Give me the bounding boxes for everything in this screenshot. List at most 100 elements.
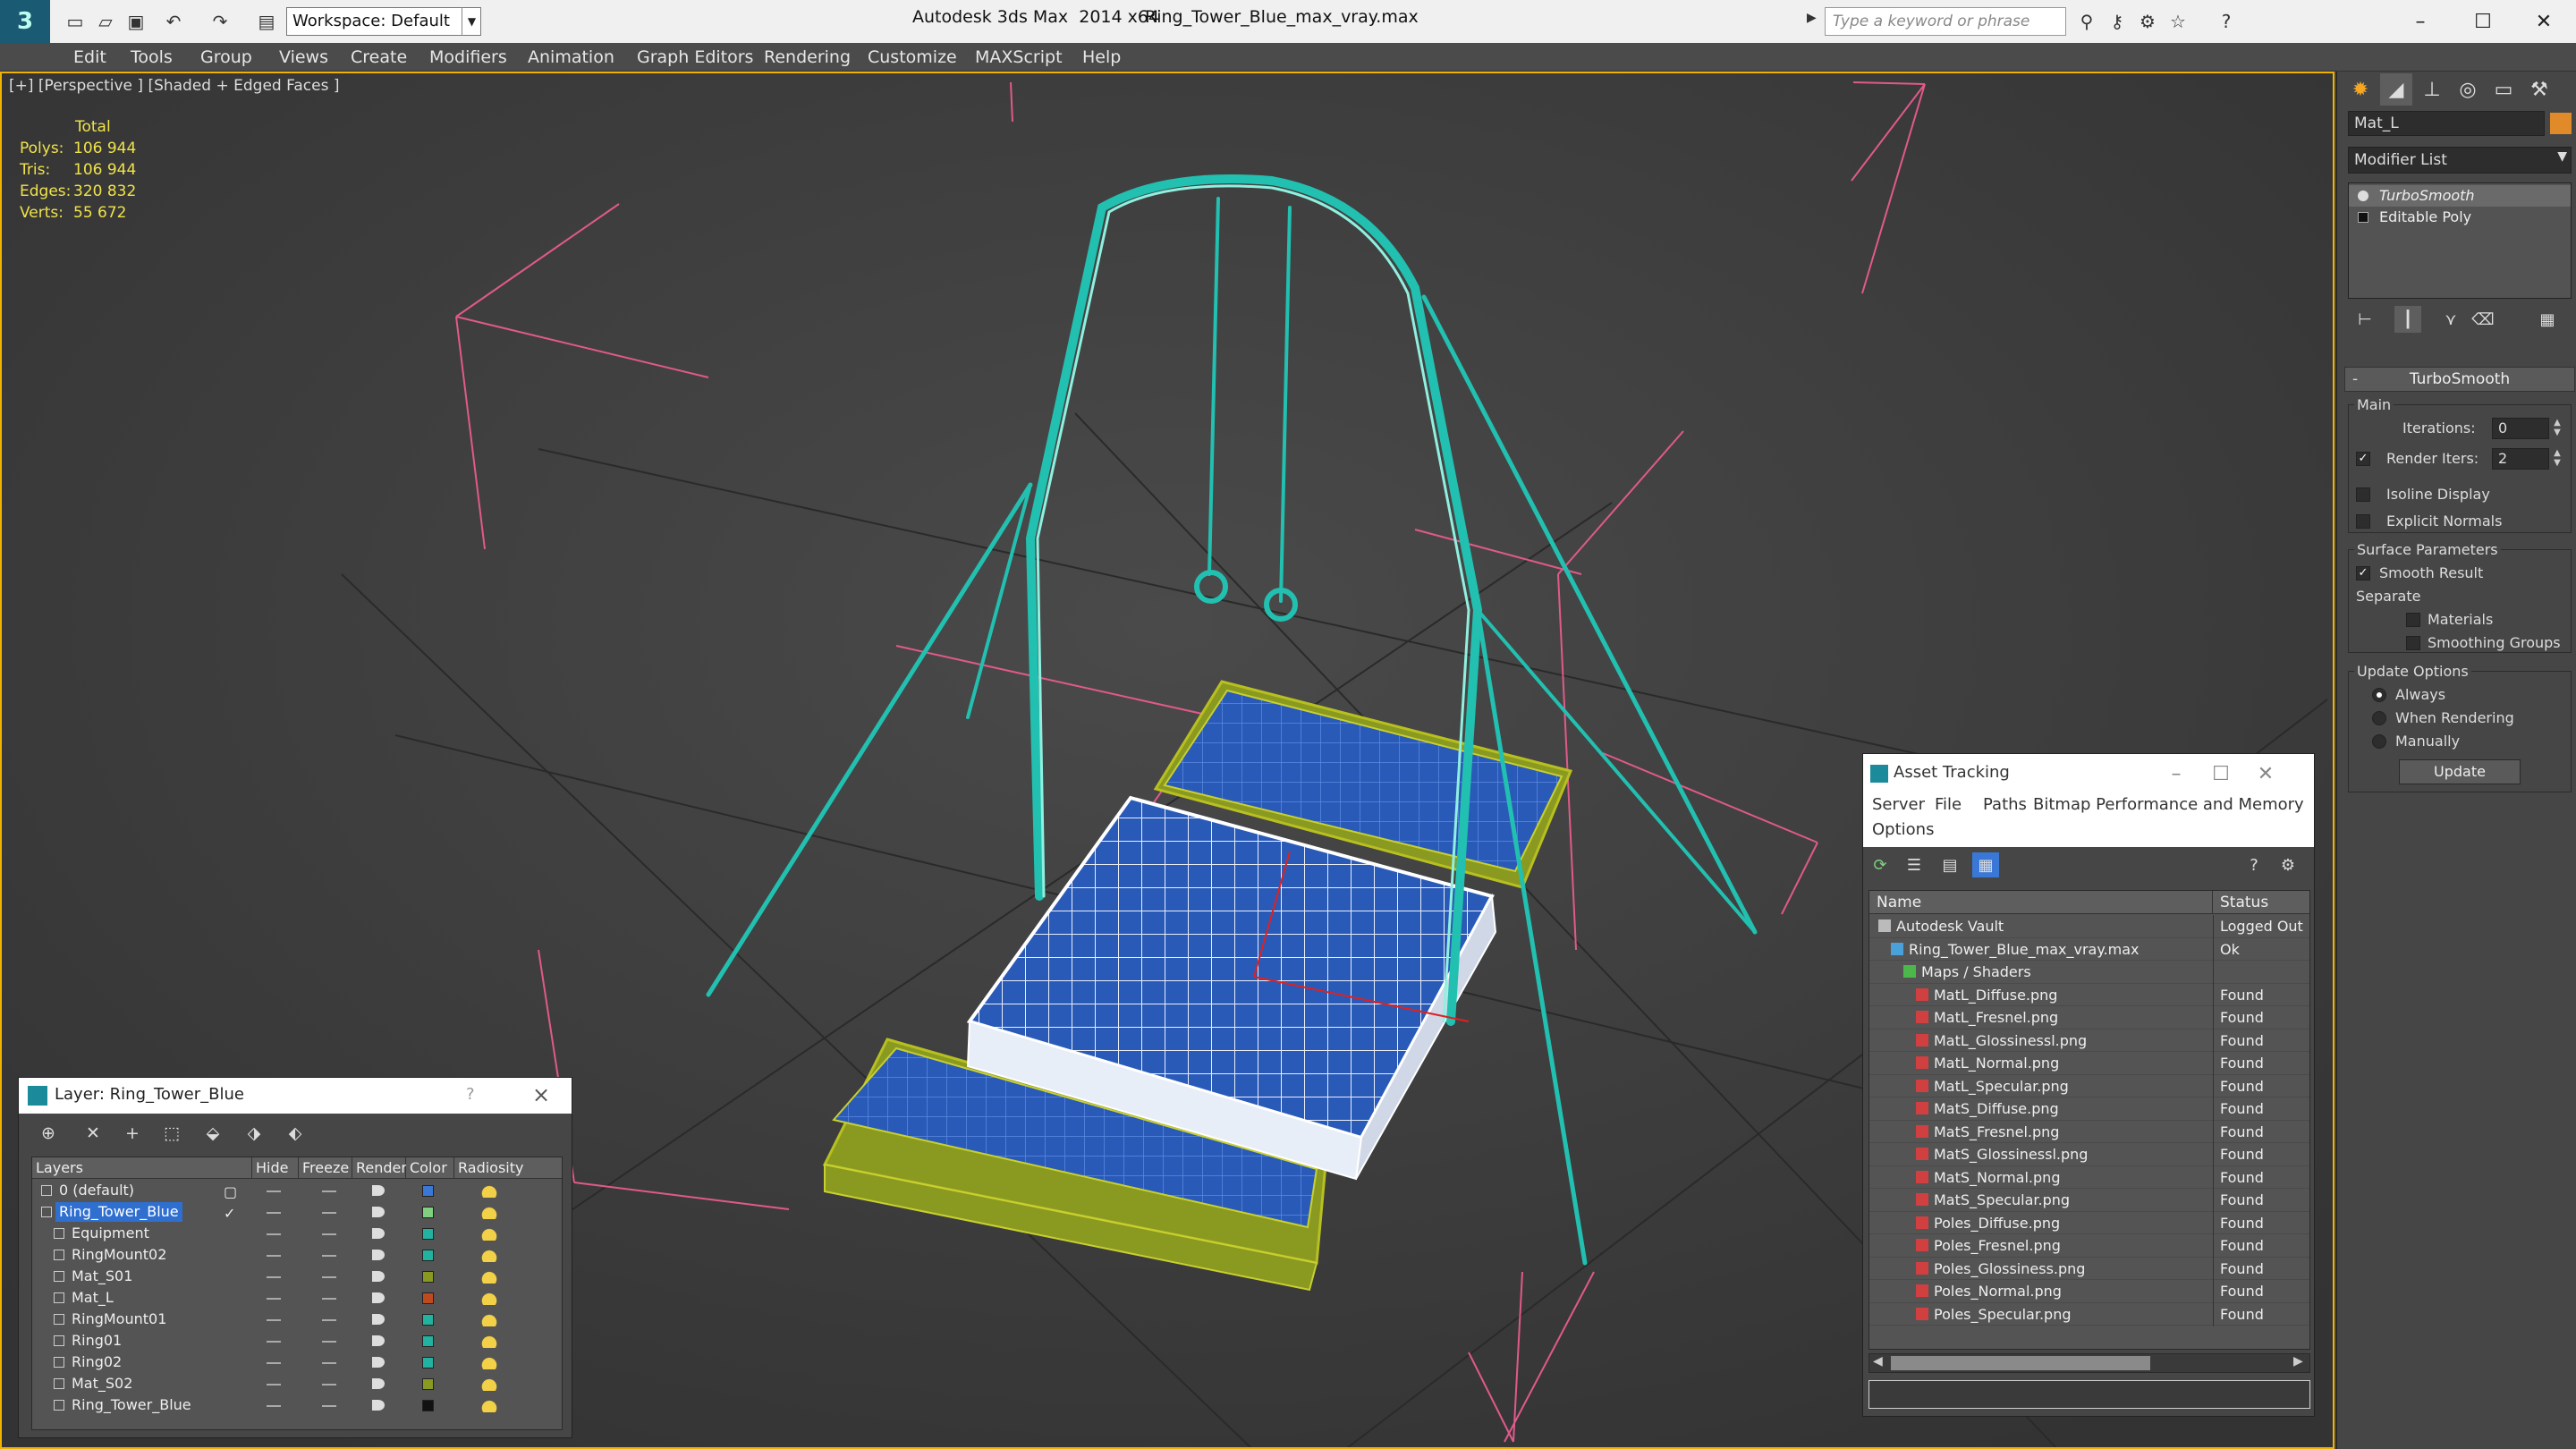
hide-toggle[interactable] [267, 1276, 281, 1278]
set-current-icon[interactable]: ▢ [224, 1183, 240, 1200]
workspace-select[interactable]: Workspace: Default [286, 7, 481, 36]
asset-row[interactable]: MatS_Normal.png Found [1869, 1165, 2309, 1190]
col-radiosity[interactable]: Radiosity [454, 1157, 562, 1179]
freeze-toggle[interactable] [322, 1276, 336, 1278]
spinner-arrows-icon[interactable]: ▲ ▼ [2551, 418, 2563, 439]
collapse-icon[interactable]: - [2352, 368, 2358, 391]
col-status[interactable]: Status [2213, 891, 2309, 914]
radiosity-icon[interactable] [481, 1291, 497, 1305]
layer-row[interactable]: Equipment [32, 1224, 562, 1245]
col-layers[interactable]: Layers [32, 1157, 252, 1179]
teapot-render-icon[interactable] [372, 1185, 385, 1196]
layer-name[interactable]: RingMount01 [68, 1309, 170, 1329]
menu-graph-editors[interactable]: Graph Editors [626, 43, 764, 72]
asset-row[interactable]: MatL_Glossinessl.png Found [1869, 1029, 2309, 1053]
layer-row[interactable]: 0 (default) ▢ [32, 1181, 562, 1202]
pin-stack-icon[interactable]: ⊢ [2351, 306, 2378, 333]
menu-customize[interactable]: Customize [857, 43, 968, 72]
col-name[interactable]: Name [1869, 891, 2213, 914]
close-icon[interactable]: × [532, 1082, 550, 1107]
asset-row[interactable]: MatS_Glossinessl.png Found [1869, 1143, 2309, 1166]
layer-dialog-titlebar[interactable]: Layer: Ring_Tower_Blue ? × [19, 1078, 572, 1114]
teapot-render-icon[interactable] [372, 1250, 385, 1260]
layer-row[interactable]: Mat_S01 [32, 1267, 562, 1288]
viewport-label[interactable]: [+] [Perspective ] [Shaded + Edged Faces… [9, 77, 339, 95]
layer-name[interactable]: Ring_Tower_Blue [55, 1202, 182, 1222]
layer-color-swatch[interactable] [422, 1185, 434, 1197]
hide-toggle[interactable] [267, 1191, 281, 1192]
layer-color-swatch[interactable] [422, 1400, 434, 1411]
stack-item-editable-poly[interactable]: Editable Poly [2349, 207, 2571, 228]
menu-rendering[interactable]: Rendering [753, 43, 861, 72]
menu-views[interactable]: Views [268, 43, 339, 72]
radiosity-icon[interactable] [481, 1226, 497, 1241]
asset-row[interactable]: Autodesk Vault Logged Out [1869, 915, 2309, 938]
freeze-toggle[interactable] [322, 1384, 336, 1385]
help-icon[interactable]: ? [2213, 9, 2240, 34]
materials-checkbox[interactable] [2406, 613, 2420, 627]
add-to-layer-icon[interactable]: + [117, 1121, 148, 1146]
close-icon[interactable]: ✕ [2517, 4, 2571, 39]
menu-help[interactable]: Help [1072, 43, 1131, 72]
menu-animation[interactable]: Animation [517, 43, 625, 72]
radiosity-icon[interactable] [481, 1377, 497, 1391]
list-view-icon[interactable]: ☰ [1901, 852, 1928, 877]
isoline-checkbox[interactable] [2356, 487, 2370, 502]
minimize-icon[interactable]: – [2158, 759, 2194, 788]
help-icon[interactable]: ? [2241, 852, 2267, 877]
asset-row[interactable]: MatL_Normal.png Found [1869, 1052, 2309, 1075]
hide-toggle[interactable] [267, 1384, 281, 1385]
hide-all-icon[interactable]: ⬗ [239, 1121, 269, 1146]
when-rendering-radio[interactable] [2372, 711, 2386, 725]
teapot-render-icon[interactable] [372, 1271, 385, 1282]
freeze-toggle[interactable] [322, 1319, 336, 1321]
freeze-all-icon[interactable]: ⬖ [280, 1121, 310, 1146]
new-file-icon[interactable]: ▭ [63, 9, 88, 34]
utilities-tab-icon[interactable]: ⚒ [2523, 73, 2555, 106]
asset-row[interactable]: MatL_Specular.png Found [1869, 1074, 2309, 1098]
freeze-toggle[interactable] [322, 1405, 336, 1407]
asset-row[interactable]: Maps / Shaders [1869, 961, 2309, 984]
hierarchy-tab-icon[interactable]: ⊥ [2416, 73, 2448, 106]
radiosity-icon[interactable] [481, 1355, 497, 1369]
menu-file[interactable]: File [1935, 795, 1962, 814]
modify-tab-icon[interactable]: ◢ [2380, 73, 2412, 106]
layer-row[interactable]: Ring_Tower_Blue [32, 1395, 562, 1417]
layer-color-swatch[interactable] [422, 1335, 434, 1347]
layer-row[interactable]: RingMount01 [32, 1309, 562, 1331]
maximize-icon[interactable]: ☐ [2203, 759, 2239, 788]
hide-toggle[interactable] [267, 1405, 281, 1407]
layer-name[interactable]: Ring_Tower_Blue [68, 1395, 195, 1415]
lightbulb-icon[interactable] [2358, 191, 2368, 201]
teapot-render-icon[interactable] [372, 1207, 385, 1217]
teapot-render-icon[interactable] [372, 1292, 385, 1303]
asset-row[interactable]: Poles_Diffuse.png Found [1869, 1211, 2309, 1235]
smoothing-groups-checkbox[interactable] [2406, 636, 2420, 650]
render-iters-checkbox[interactable]: ✓ [2356, 452, 2370, 466]
freeze-toggle[interactable] [322, 1255, 336, 1257]
redo-icon[interactable]: ↷ [208, 9, 233, 34]
configure-sets-icon[interactable]: ▦ [2534, 306, 2561, 333]
teapot-render-icon[interactable] [372, 1357, 385, 1368]
hide-toggle[interactable] [267, 1341, 281, 1343]
current-layer-check-icon[interactable]: ✓ [224, 1205, 240, 1222]
detail-view-icon[interactable]: ▤ [1936, 852, 1963, 877]
create-tab-icon[interactable]: ✹ [2344, 73, 2377, 106]
layer-row[interactable]: Mat_S02 [32, 1374, 562, 1395]
scrollbar-thumb[interactable] [1891, 1356, 2150, 1370]
render-iters-spinner[interactable]: 2 [2492, 448, 2549, 470]
asset-row[interactable]: MatS_Diffuse.png Found [1869, 1097, 2309, 1121]
delete-layer-icon[interactable]: ✕ [78, 1121, 108, 1146]
hide-toggle[interactable] [267, 1362, 281, 1364]
maximize-icon[interactable]: ☐ [2456, 4, 2510, 39]
col-freeze[interactable]: Freeze [299, 1157, 352, 1179]
binoculars-icon[interactable]: ⚲ [2073, 9, 2100, 34]
layer-row[interactable]: Ring02 [32, 1352, 562, 1374]
freeze-toggle[interactable] [322, 1233, 336, 1235]
layer-row[interactable]: Ring_Tower_Blue ✓ [32, 1202, 562, 1224]
close-icon[interactable]: ✕ [2248, 759, 2284, 788]
display-tab-icon[interactable]: ▭ [2487, 73, 2520, 106]
project-folder-icon[interactable]: ▤ [254, 9, 279, 34]
layer-name[interactable]: Mat_S02 [68, 1374, 136, 1394]
object-name-input[interactable]: Mat_L [2348, 111, 2545, 136]
